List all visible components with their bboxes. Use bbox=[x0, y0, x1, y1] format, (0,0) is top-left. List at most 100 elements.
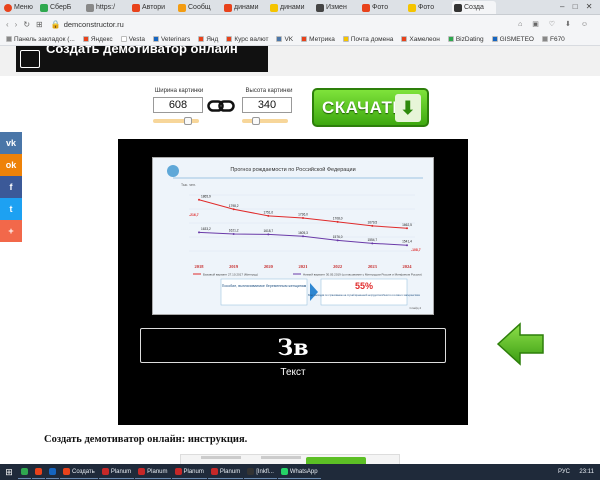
legend-base: Базовый вариант 27.10.2017 (Минтруд) bbox=[203, 273, 258, 277]
language-indicator[interactable]: РУС bbox=[558, 469, 570, 475]
bookmark-item[interactable]: Veterinars bbox=[152, 35, 191, 43]
taskbar-item[interactable]: Planum bbox=[135, 465, 171, 479]
tab-label: динами bbox=[280, 4, 305, 11]
minimize-icon[interactable]: – bbox=[560, 2, 564, 11]
bookmark-icon bbox=[276, 36, 283, 42]
browser-tab[interactable]: Созда bbox=[452, 1, 496, 14]
browser-tab[interactable]: СберБ bbox=[38, 1, 82, 14]
height-slider-thumb[interactable] bbox=[251, 117, 260, 125]
x-tick-label: 2021 bbox=[299, 264, 309, 269]
bookmark-item[interactable]: Метрика bbox=[301, 36, 335, 43]
bookmark-item[interactable]: VK bbox=[276, 36, 293, 43]
data-point bbox=[406, 227, 408, 230]
toolbar-icons[interactable]: ⌂ ▣ ♡ ⬇ ☺ bbox=[518, 20, 592, 28]
taskbar-item[interactable]: WhatsApp bbox=[277, 465, 321, 479]
tab-label: СберБ bbox=[50, 4, 72, 11]
reload-icon[interactable]: ↻ bbox=[23, 20, 30, 29]
browser-tab[interactable]: Фото bbox=[406, 1, 450, 14]
bookmark-item[interactable]: Курс валют bbox=[226, 36, 268, 43]
width-slider-thumb[interactable] bbox=[183, 117, 192, 125]
browser-tab[interactable]: Измен bbox=[314, 1, 358, 14]
opera-logo-icon bbox=[4, 3, 12, 12]
tab-favicon-icon bbox=[362, 3, 370, 12]
slide-footer: Слайд 4 bbox=[409, 306, 421, 310]
bookmark-item[interactable]: Янд bbox=[198, 36, 218, 43]
close-icon[interactable]: ✕ bbox=[586, 2, 593, 11]
taskbar-item[interactable]: Planum bbox=[207, 465, 244, 479]
plus-icon[interactable]: + bbox=[0, 220, 22, 242]
taskbar-item[interactable]: Planum bbox=[171, 465, 207, 479]
bookmark-item[interactable]: GISMETEO bbox=[491, 36, 534, 43]
url-field[interactable]: demconstructor.ru bbox=[64, 20, 124, 29]
bookmark-item[interactable]: F670 bbox=[541, 36, 565, 43]
browser-tab[interactable]: динами bbox=[222, 1, 266, 14]
taskbar-item[interactable]: Planum bbox=[98, 465, 135, 479]
bookmarks-bar: Панель закладок (... Яндекс Vesta Veterinar… bbox=[0, 33, 600, 46]
bookmark-label: Курс валют bbox=[234, 35, 269, 43]
data-label: 1554,7 bbox=[367, 238, 377, 242]
windows-start-icon[interactable]: ⊞ bbox=[2, 465, 16, 479]
bookmark-label: Veterinars bbox=[160, 35, 191, 43]
taskbar-item-label: Planum bbox=[110, 468, 132, 475]
tab-label: Автори bbox=[142, 4, 166, 11]
home-icon[interactable]: ⊞ bbox=[36, 20, 43, 29]
chain-link-icon[interactable] bbox=[207, 100, 235, 112]
x-tick-label: 2023 bbox=[368, 264, 378, 269]
browser-tab[interactable]: динами bbox=[268, 1, 312, 14]
logo-icon bbox=[20, 50, 40, 68]
forward-icon[interactable]: › bbox=[15, 20, 18, 29]
twitter-icon[interactable]: t bbox=[0, 198, 22, 220]
bookmark-icon bbox=[82, 36, 89, 42]
back-icon[interactable]: ‹ bbox=[6, 20, 9, 29]
demotivator-image[interactable]: Прогноз рождаемости по Российской Федера… bbox=[152, 157, 434, 315]
data-label: 1618,7 bbox=[263, 229, 273, 233]
download-button[interactable]: СКАЧАТЬ ⬇ bbox=[312, 88, 429, 127]
taskbar-item-label: Planum bbox=[219, 468, 241, 475]
bookmark-label: Хамелеон bbox=[409, 35, 440, 43]
taskbar-item[interactable]: Создать bbox=[60, 465, 98, 479]
maximize-icon[interactable]: □ bbox=[573, 2, 578, 11]
tab-favicon-icon bbox=[408, 3, 416, 12]
width-slider[interactable] bbox=[153, 119, 199, 123]
bookmark-item[interactable]: BizDating bbox=[447, 36, 484, 43]
browser-tab[interactable]: https:/ bbox=[84, 1, 128, 14]
facebook-icon[interactable]: f bbox=[0, 176, 22, 198]
taskbar-item[interactable]: [Inkfl... bbox=[244, 465, 277, 479]
bookmark-item[interactable]: Vesta bbox=[120, 36, 145, 43]
bookmark-label: Панель закладок (... bbox=[14, 35, 75, 43]
opera-menu-button[interactable]: Меню bbox=[2, 1, 36, 14]
page-title: Создать демотиватор онлайн bbox=[46, 46, 238, 56]
bookmark-label: Янд bbox=[206, 35, 219, 43]
demotivator-sub-text[interactable]: Текст bbox=[118, 367, 468, 378]
ok-icon[interactable]: ok bbox=[0, 154, 22, 176]
data-point bbox=[371, 242, 374, 245]
menu-label: Меню bbox=[14, 4, 33, 11]
taskbar-item[interactable] bbox=[32, 465, 45, 479]
legend-low: Низкий вариант 30.05.2019 (согласование … bbox=[303, 273, 422, 277]
data-label: 1679,5 bbox=[367, 220, 377, 224]
data-label: 1798,2 bbox=[229, 204, 239, 208]
tab-label: Измен bbox=[326, 4, 347, 11]
browser-tab[interactable]: Сообщ bbox=[176, 1, 220, 14]
browser-tab[interactable]: Автори bbox=[130, 1, 174, 14]
browser-tab[interactable]: Фото bbox=[360, 1, 404, 14]
page-content: Создать демотиватор онлайн vk ok f t + Ширин… bbox=[0, 46, 600, 464]
width-input[interactable]: 608 bbox=[153, 97, 203, 113]
taskbar-item[interactable] bbox=[18, 465, 31, 479]
slide-note-box-left bbox=[220, 278, 308, 306]
bookmark-item[interactable]: Хамелеон bbox=[401, 35, 440, 43]
bookmark-item[interactable]: Яндекс bbox=[82, 36, 113, 43]
taskbar-item[interactable] bbox=[46, 465, 59, 479]
vk-icon[interactable]: vk bbox=[0, 132, 22, 154]
download-label: СКАЧАТЬ bbox=[322, 97, 406, 117]
height-slider[interactable] bbox=[242, 119, 288, 123]
bookmark-item[interactable]: Почта домена bbox=[342, 36, 393, 43]
chart-annotation: -108,7 bbox=[411, 248, 421, 252]
demotivator-main-text[interactable]: Зв bbox=[118, 335, 468, 361]
tab-label: Созда bbox=[464, 4, 484, 11]
chart-annotation: -216,7 bbox=[189, 213, 199, 217]
bookmark-item[interactable]: Панель закладок (... bbox=[6, 36, 75, 43]
tab-label: Сообщ bbox=[188, 4, 211, 11]
data-label: 1751,0 bbox=[263, 210, 273, 214]
height-input[interactable]: 340 bbox=[242, 97, 292, 113]
